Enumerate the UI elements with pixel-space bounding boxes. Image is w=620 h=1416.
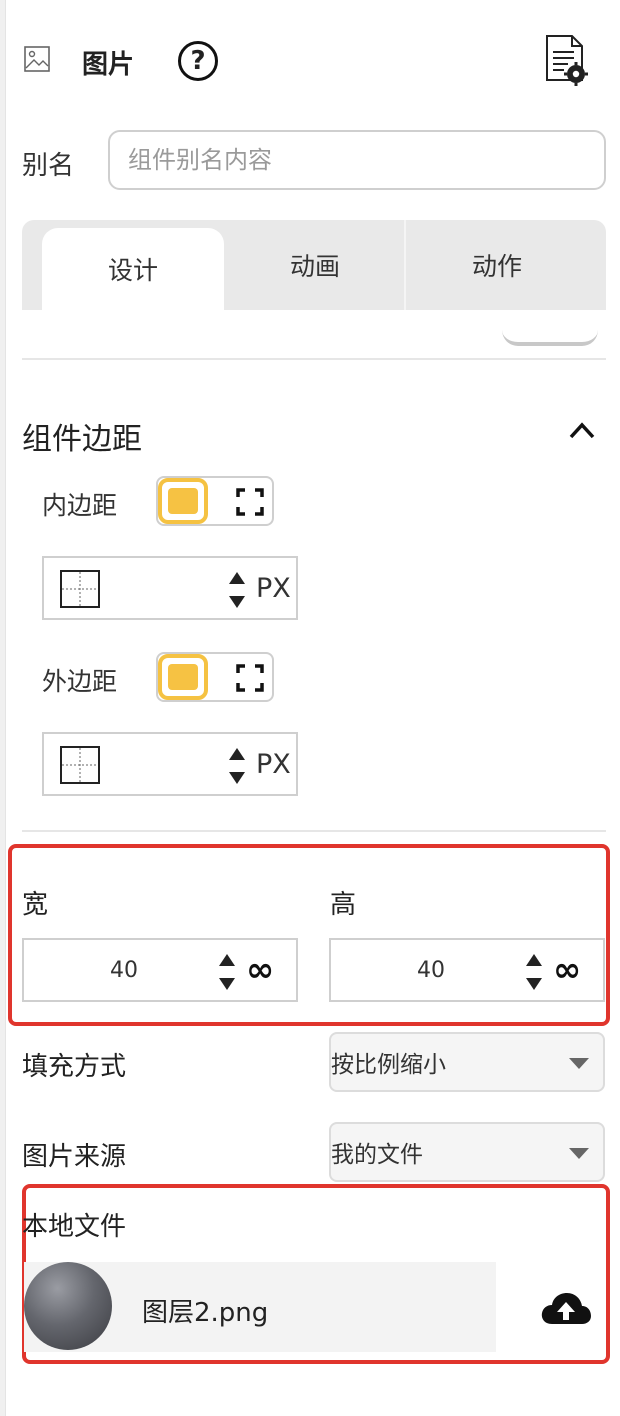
panel-left-edge (0, 0, 6, 1416)
caret-down-icon (569, 1058, 589, 1069)
help-glyph: ? (190, 46, 206, 76)
padding-all-sides-icon (60, 570, 100, 608)
file-name: 图层2.png (142, 1298, 269, 1328)
chevron-up-icon[interactable] (566, 418, 598, 442)
padding-input[interactable]: PX (42, 556, 298, 620)
panel-title: 图片 (82, 50, 135, 80)
unit-label: PX (256, 573, 291, 604)
infinity-icon[interactable]: ∞ (553, 950, 581, 990)
margin-label: 外边距 (42, 667, 118, 696)
tab-animation[interactable]: 动画 (224, 220, 406, 310)
stepper-icon[interactable] (228, 746, 246, 786)
padding-mode-toggle[interactable] (156, 476, 274, 526)
caret-down-icon (569, 1148, 589, 1159)
cloud-upload-icon[interactable] (540, 1290, 592, 1328)
image-source-select[interactable]: 我的文件 (329, 1122, 605, 1182)
local-file-label: 本地文件 (22, 1212, 127, 1242)
image-source-label: 图片来源 (22, 1142, 127, 1172)
alias-input[interactable] (108, 130, 606, 190)
margin-input[interactable]: PX (42, 732, 298, 796)
divider (22, 830, 606, 832)
width-label: 宽 (22, 890, 49, 920)
divider (22, 358, 606, 360)
stepper-icon[interactable] (228, 570, 246, 610)
alias-label: 别名 (22, 151, 75, 181)
uniform-mode-option[interactable] (158, 654, 208, 700)
margin-all-sides-icon (60, 746, 100, 784)
fill-mode-label: 填充方式 (22, 1052, 127, 1082)
scroll-indicator (502, 330, 598, 346)
stepper-icon[interactable] (218, 952, 236, 992)
tab-label: 动作 (471, 252, 522, 281)
help-icon[interactable]: ? (178, 41, 218, 81)
uniform-mode-option[interactable] (158, 478, 208, 524)
tab-label: 动画 (289, 252, 340, 281)
fill-mode-value: 按比例缩小 (331, 1052, 446, 1078)
height-input[interactable]: 40 ∞ (329, 938, 605, 1002)
unit-label: PX (256, 749, 291, 780)
document-gear-icon[interactable] (544, 34, 588, 86)
tab-design[interactable]: 设计 (42, 228, 224, 310)
fullscreen-icon[interactable] (236, 664, 264, 692)
tab-label: 设计 (107, 256, 158, 285)
fullscreen-icon[interactable] (236, 488, 264, 516)
margin-mode-toggle[interactable] (156, 652, 274, 702)
width-input[interactable]: 40 ∞ (22, 938, 298, 1002)
infinity-icon[interactable]: ∞ (246, 950, 274, 990)
stepper-icon[interactable] (525, 952, 543, 992)
width-value: 40 (110, 958, 138, 983)
height-label: 高 (330, 890, 357, 920)
image-icon (24, 46, 50, 72)
tab-action[interactable]: 动作 (406, 220, 588, 310)
padding-label: 内边距 (42, 491, 118, 520)
image-source-value: 我的文件 (331, 1142, 423, 1168)
fill-mode-select[interactable]: 按比例缩小 (329, 1032, 605, 1092)
height-value: 40 (417, 958, 445, 983)
section-title-margins: 组件边距 (22, 422, 142, 457)
tab-bar: 设计 动画 动作 (22, 220, 606, 310)
file-thumbnail (24, 1262, 112, 1350)
